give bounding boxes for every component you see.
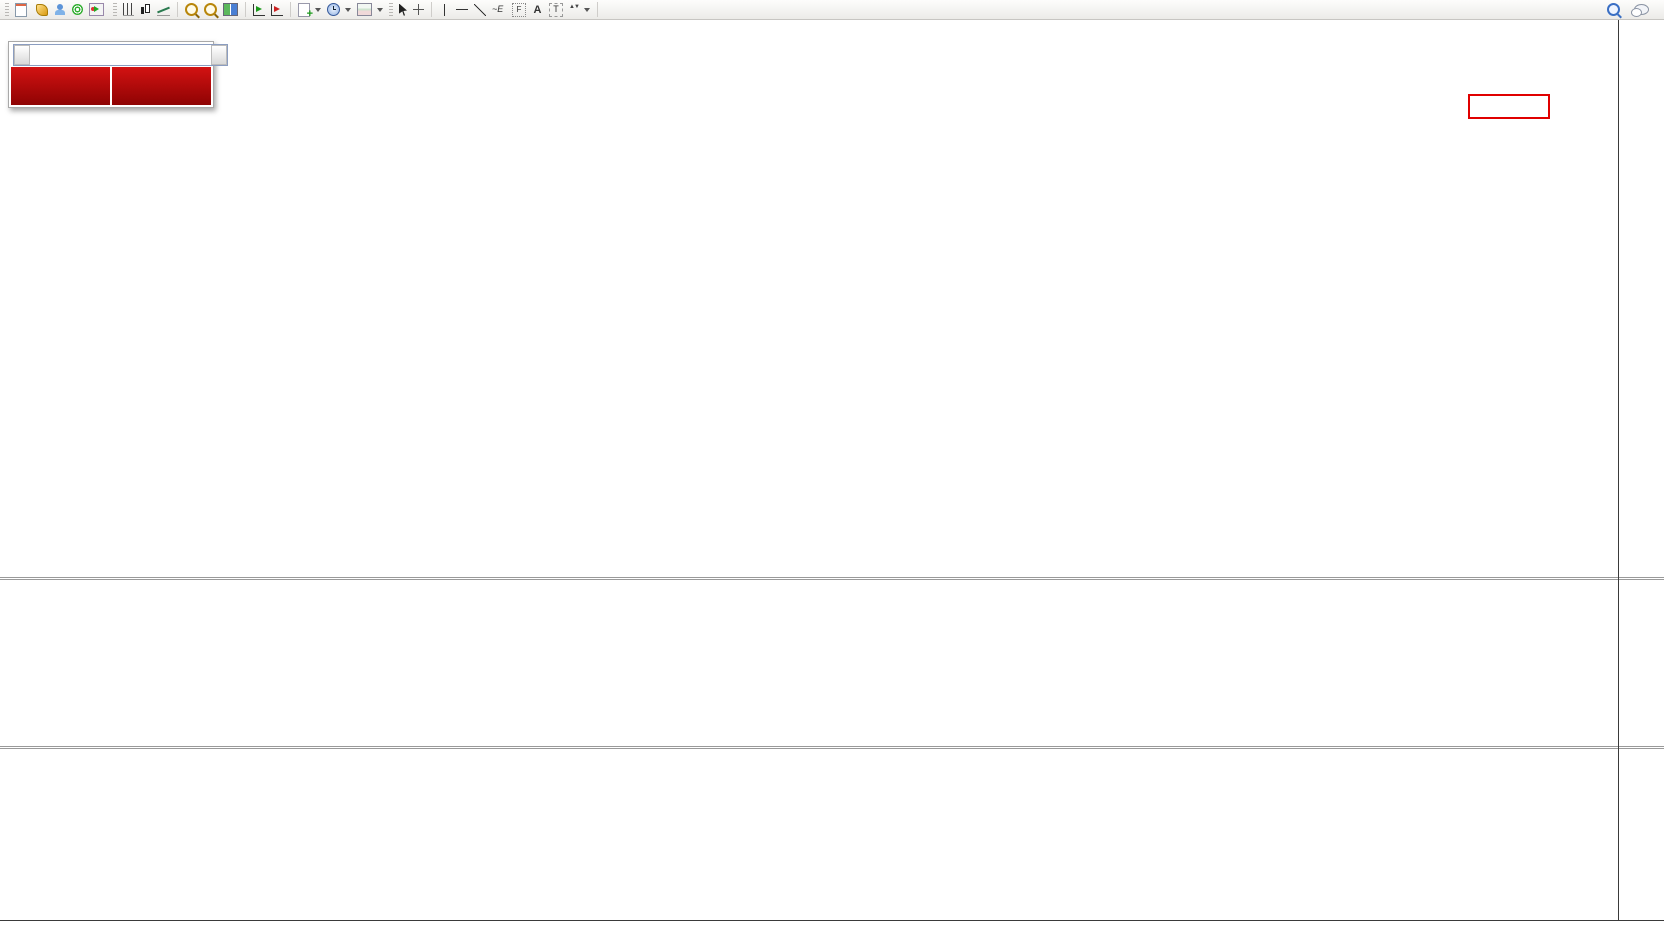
vertical-line-icon (444, 4, 445, 16)
toolbar-grip[interactable] (113, 3, 117, 17)
new-order-button[interactable] (12, 1, 33, 18)
fibonacci-button[interactable] (509, 1, 529, 18)
trendline-button[interactable] (471, 1, 489, 18)
signals-button[interactable] (69, 1, 86, 18)
chat-icon (1634, 4, 1649, 15)
sell-price[interactable] (11, 67, 112, 105)
price-callout-label[interactable] (1468, 94, 1550, 119)
horn-icon (36, 4, 48, 16)
chevron-down-icon (377, 8, 383, 15)
buy-price[interactable] (112, 67, 211, 105)
auto-trading-button[interactable] (86, 1, 110, 18)
indicators-button[interactable] (295, 1, 324, 18)
template-icon (357, 3, 372, 16)
text-label-icon (549, 3, 563, 17)
zoom-in-icon (185, 3, 198, 16)
arrows-icon (569, 4, 579, 16)
text-label-button[interactable] (546, 1, 566, 18)
zoom-in-button[interactable] (182, 1, 201, 18)
elliott-wave-icon (492, 4, 506, 16)
line-chart-icon (157, 4, 170, 16)
clock-icon (327, 3, 340, 16)
toolbar-grip[interactable] (5, 3, 9, 17)
toolbar-grip[interactable] (389, 3, 393, 17)
new-order-icon (15, 3, 27, 17)
bar-chart-button[interactable] (120, 1, 137, 18)
text-icon (532, 4, 543, 16)
chevron-down-icon (584, 8, 590, 15)
alerts-button[interactable] (33, 1, 51, 18)
price-axis-line (1618, 19, 1619, 920)
chat-button[interactable] (1631, 1, 1652, 18)
auto-scroll-icon (253, 4, 265, 16)
pane-separator[interactable] (0, 577, 1664, 580)
zoom-out-icon (204, 3, 217, 16)
auto-scroll-button[interactable] (250, 1, 268, 18)
chart-shift-button[interactable] (268, 1, 286, 18)
chevron-down-icon (315, 8, 321, 15)
volume-increase-button[interactable] (211, 45, 227, 65)
main-toolbar (0, 0, 1664, 20)
auto-trading-icon (89, 3, 104, 16)
horizontal-line-button[interactable] (453, 1, 471, 18)
fibonacci-icon (512, 3, 526, 17)
vertical-line-button[interactable] (436, 1, 453, 18)
mt4-window (0, 0, 1664, 942)
crosshair-button[interactable] (410, 1, 427, 18)
candlestick-icon (140, 4, 151, 16)
broadcast-icon (72, 4, 83, 15)
tile-windows-icon (223, 3, 238, 16)
time-axis-line (0, 920, 1664, 921)
crosshair-icon (413, 4, 424, 15)
person-icon (54, 4, 66, 16)
indicators-icon (298, 3, 310, 17)
cursor-icon (399, 4, 407, 16)
horizontal-line-icon (456, 9, 468, 10)
equidistant-channel-button[interactable] (489, 1, 509, 18)
search-button[interactable] (1604, 1, 1623, 18)
community-button[interactable] (51, 1, 69, 18)
line-chart-button[interactable] (154, 1, 173, 18)
chart-shift-icon (271, 4, 283, 16)
pane-separator[interactable] (0, 746, 1664, 749)
search-icon (1607, 3, 1620, 16)
periods-button[interactable] (324, 1, 354, 18)
candlestick-chart-button[interactable] (137, 1, 154, 18)
chevron-down-icon (345, 8, 351, 15)
arrows-button[interactable] (566, 1, 593, 18)
volume-input[interactable] (30, 45, 211, 65)
text-button[interactable] (529, 1, 546, 18)
chart-plot[interactable] (0, 0, 1664, 942)
bar-chart-icon (123, 3, 134, 16)
tile-windows-button[interactable] (220, 1, 241, 18)
zoom-out-button[interactable] (201, 1, 220, 18)
volume-decrease-button[interactable] (14, 45, 30, 65)
cursor-button[interactable] (396, 1, 410, 18)
templates-button[interactable] (354, 1, 386, 18)
trendline-icon (474, 4, 486, 16)
one-click-trading-panel (8, 41, 214, 108)
